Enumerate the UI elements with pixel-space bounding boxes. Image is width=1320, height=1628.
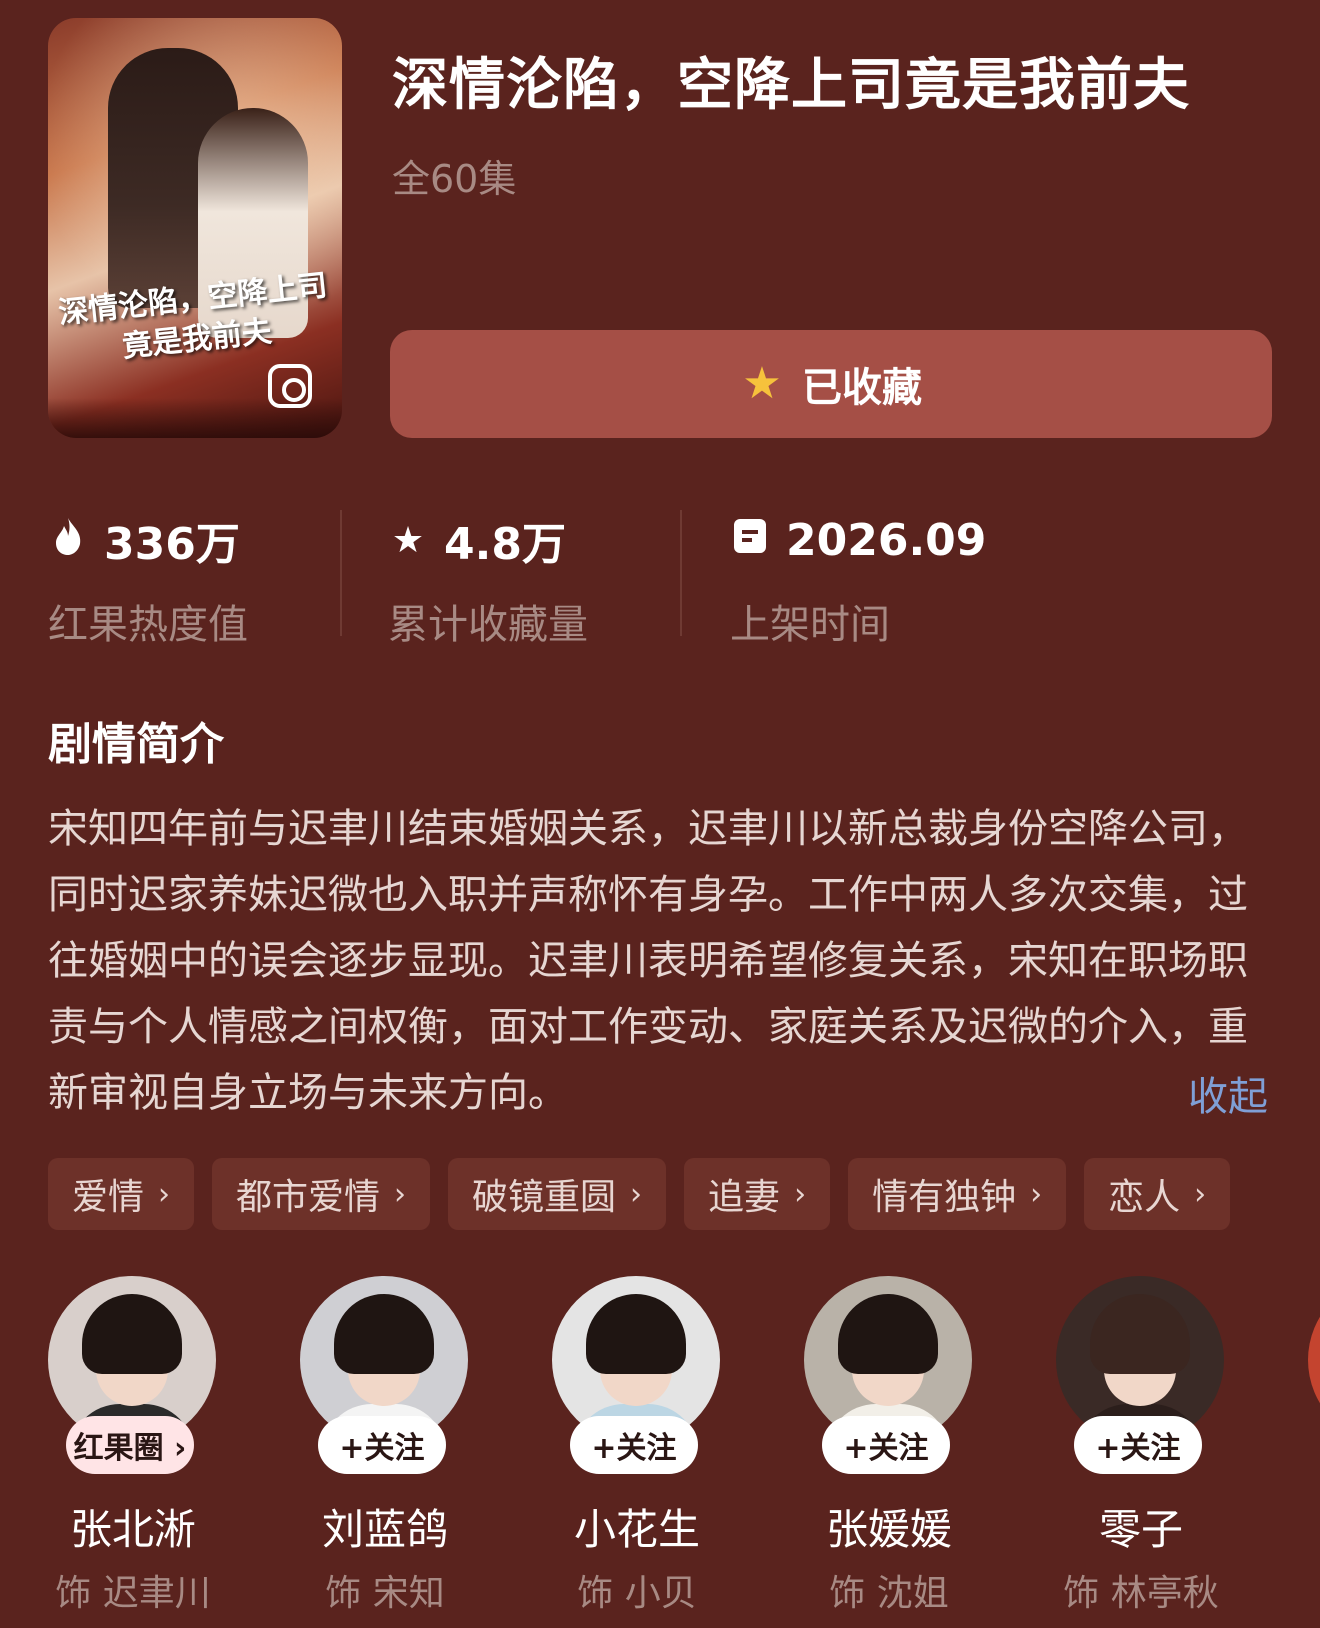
stat-release-label: 上架时间 [730, 602, 890, 648]
tag-label: 恋人 [1108, 1177, 1181, 1218]
tag-label: 情有独钟 [872, 1177, 1017, 1218]
tag-item[interactable]: 情有独钟 › [848, 1158, 1067, 1230]
chevron-right-icon: › [630, 1176, 643, 1212]
episode-count: 全60集 [392, 157, 517, 201]
stat-favorites: ★ 4.8万 累计收藏量 [388, 510, 688, 648]
favorite-label: 已收藏 [802, 365, 922, 411]
stat-heat-label: 红果热度值 [48, 602, 248, 648]
cast-member[interactable]: +关注 刘蓝鸽 饰 宋知 [300, 1276, 470, 1616]
star-icon: ★ [391, 519, 425, 561]
stat-divider [340, 510, 342, 636]
stat-favorites-value: 4.8万 [444, 519, 566, 570]
stat-favorites-label: 累计收藏量 [388, 602, 588, 648]
chevron-right-icon: › [794, 1176, 807, 1212]
calendar-icon [730, 518, 770, 562]
camera-icon[interactable] [268, 364, 312, 408]
tag-item[interactable]: 追妻 › [684, 1158, 831, 1230]
cast-member[interactable]: +关注 小花生 饰 小贝 [552, 1276, 722, 1616]
chevron-right-icon: › [1030, 1176, 1043, 1212]
tag-label: 都市爱情 [236, 1177, 381, 1218]
cast-role: 饰 宋知 [325, 1573, 445, 1614]
tag-item[interactable]: 爱情 › [48, 1158, 195, 1230]
synopsis-heading: 剧情简介 [48, 719, 224, 770]
tag-item[interactable]: 都市爱情 › [212, 1158, 431, 1230]
stat-release: 2026.09 上架时间 [730, 510, 1030, 649]
cast-list: 红果圈 › 张北淅 饰 迟聿川 +关注 刘蓝鸽 饰 宋知 +关注 小花生 饰 小… [48, 1276, 1320, 1616]
star-icon: ★ [742, 358, 782, 409]
synopsis-text: 宋知四年前与迟聿川结束婚姻关系，迟聿川以新总裁身份空降公司，同时迟家养妹迟微也入… [48, 806, 1248, 1116]
tag-item[interactable]: 恋人 › [1084, 1158, 1231, 1230]
cast-role: 饰 林亭秋 [1063, 1573, 1219, 1614]
avatar[interactable] [1308, 1276, 1320, 1444]
chevron-right-icon: › [394, 1176, 407, 1212]
chevron-right-icon: › [158, 1176, 171, 1212]
cast-member[interactable]: +关注 零子 饰 林亭秋 [1056, 1276, 1226, 1616]
tag-label: 追妻 [708, 1177, 781, 1218]
cast-member[interactable]: 红果圈 › 张北淅 饰 迟聿川 [48, 1276, 218, 1616]
tag-label: 爱情 [72, 1177, 145, 1218]
favorite-button[interactable]: ★ 已收藏 [390, 330, 1272, 438]
follow-button[interactable]: +关注 [318, 1416, 446, 1474]
stat-heat-value: 336万 [104, 519, 240, 570]
follow-button[interactable]: +关注 [822, 1416, 950, 1474]
cast-name: 小花生 [573, 1505, 700, 1554]
cast-name: 张媛媛 [825, 1505, 952, 1554]
stat-release-value: 2026.09 [786, 514, 987, 566]
stat-divider [680, 510, 682, 636]
cast-role: 饰 迟聿川 [55, 1573, 211, 1614]
chevron-right-icon: › [1194, 1176, 1207, 1212]
flame-icon [48, 516, 88, 565]
cast-member[interactable]: +关注 张媛媛 饰 沈姐 [804, 1276, 974, 1616]
drama-poster[interactable]: 深情沦陷，空降上司竟是我前夫 [48, 18, 342, 438]
cast-role: 饰 沈姐 [829, 1573, 949, 1614]
circle-button[interactable]: 红果圈 › [66, 1416, 194, 1474]
follow-button[interactable]: +关注 [570, 1416, 698, 1474]
follow-button[interactable]: +关注 [1074, 1416, 1202, 1474]
cast-name: 刘蓝鸽 [321, 1505, 448, 1554]
stat-heat: 336万 红果热度值 [48, 510, 348, 648]
tag-item[interactable]: 破镜重圆 › [448, 1158, 667, 1230]
collapse-link[interactable]: 收起 [1188, 1064, 1268, 1122]
cast-role: 饰 小贝 [577, 1573, 697, 1614]
drama-title: 深情沦陷，空降上司竟是我前夫 [392, 53, 1190, 118]
tag-list: 爱情 › 都市爱情 › 破镜重圆 › 追妻 › 情有独钟 › 恋人 › [48, 1158, 1231, 1230]
tag-label: 破镜重圆 [472, 1177, 617, 1218]
stats-row: 336万 红果热度值 ★ 4.8万 累计收藏量 2026.09 上架时间 [48, 510, 1272, 649]
cast-name: 张北淅 [69, 1505, 196, 1554]
cast-name: 零子 [1098, 1505, 1183, 1554]
